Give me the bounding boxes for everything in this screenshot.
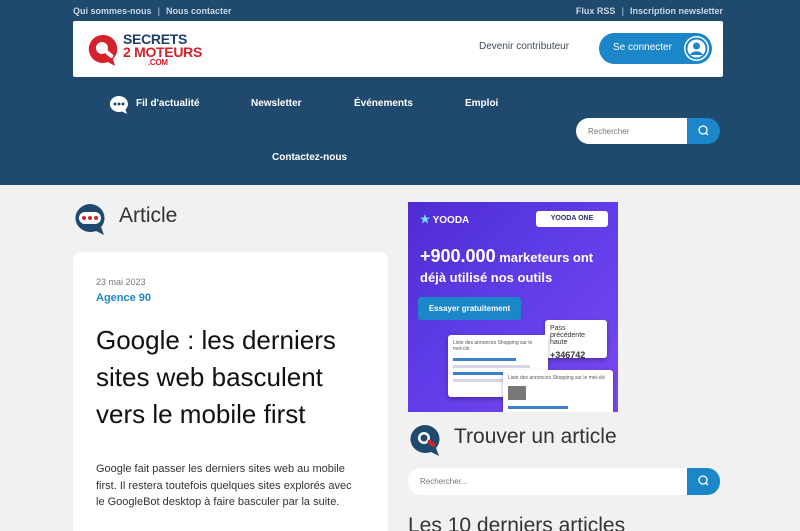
- nav-item-jobs[interactable]: Emploi: [465, 98, 498, 109]
- article-date: 23 mai 2023: [96, 277, 146, 287]
- nav-item-newsletter[interactable]: Newsletter: [251, 98, 302, 109]
- article-excerpt: Google fait passer les derniers sites we…: [96, 463, 352, 508]
- article-author-link[interactable]: Agence 90: [96, 292, 151, 304]
- nav-item-events[interactable]: Événements: [354, 98, 413, 109]
- user-icon: [684, 36, 709, 61]
- utility-bar: Qui sommes-nous | Nous contacter Flux RSS |…: [73, 0, 723, 21]
- logo-wordmark: SECRETS 2 MOTEURS .COM: [123, 31, 202, 67]
- link-newsletter-signup[interactable]: Inscription newsletter: [630, 6, 723, 16]
- article-section-heading: Article: [73, 202, 177, 236]
- main-nav: Fil d'actualité Newsletter Événements Em…: [0, 85, 800, 185]
- ad-brand: YOODA: [420, 214, 469, 226]
- login-label: Se connecter: [613, 42, 672, 53]
- header-search-button[interactable]: [687, 118, 720, 144]
- find-article-heading: Trouver un article: [408, 423, 617, 457]
- ad-screenshot-panel: Liste des annonces Shopping sur le mot-c…: [503, 370, 613, 412]
- nav-item-news-feed[interactable]: Fil d'actualité: [136, 98, 200, 109]
- yooda-ad-banner[interactable]: YOODA YOODA ONE +900.000 marketeurs ont …: [408, 202, 618, 412]
- ad-stat-card: Pass précédente haute +346742: [545, 320, 607, 360]
- search-bubble-icon: [410, 425, 440, 456]
- article-title[interactable]: Google : les derniers sites web basculen…: [96, 322, 371, 433]
- news-feed-icon: [109, 95, 128, 114]
- login-button[interactable]: Se connecter: [599, 33, 712, 64]
- article-card[interactable]: 23 mai 2023 Agence 90 Google : les derni…: [73, 252, 388, 531]
- search-icon: [698, 475, 709, 486]
- site-logo[interactable]: SECRETS 2 MOTEURS .COM: [85, 30, 210, 70]
- sidebar-search-button[interactable]: [687, 468, 720, 495]
- become-contributor-link[interactable]: Devenir contributeur: [479, 41, 569, 52]
- header-search-input[interactable]: [576, 118, 688, 144]
- link-contact[interactable]: Nous contacter: [166, 6, 232, 16]
- link-about[interactable]: Qui sommes-nous: [73, 6, 152, 16]
- sidebar-search: [408, 468, 720, 495]
- logo-bubble-icon: [88, 34, 118, 66]
- section-title: Article: [119, 204, 178, 227]
- site-header: SECRETS 2 MOTEURS .COM Devenir contribut…: [73, 21, 723, 77]
- latest-articles-heading: Les 10 derniers articles: [408, 514, 626, 531]
- separator: |: [157, 6, 161, 16]
- sidebar-search-input[interactable]: [408, 468, 687, 495]
- nav-item-contact[interactable]: Contactez-nous: [272, 152, 347, 163]
- link-rss[interactable]: Flux RSS: [576, 6, 616, 16]
- ad-headline: +900.000 marketeurs ont déjà utilisé nos…: [420, 246, 594, 285]
- ad-cta-button[interactable]: Essayer gratuitement: [418, 297, 521, 320]
- ad-brand-one: YOODA ONE: [536, 211, 608, 227]
- header-search: [576, 118, 720, 144]
- separator: |: [621, 6, 624, 16]
- chat-dots-icon: [75, 204, 105, 235]
- section-title: Trouver un article: [454, 425, 617, 448]
- star-icon: [420, 214, 430, 224]
- search-icon: [698, 125, 709, 136]
